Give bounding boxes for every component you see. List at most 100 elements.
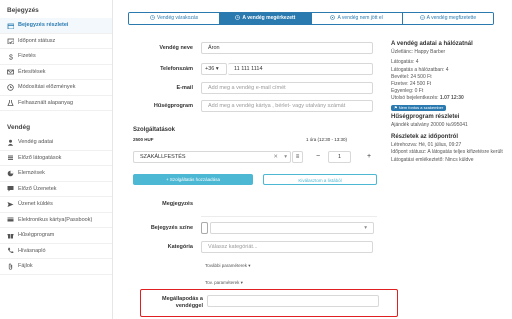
email-label: E-mail — [176, 85, 193, 91]
specialist-badge-text: Nem fontos a szakember — [398, 104, 444, 110]
more-params-link[interactable]: További paraméterek ▾ — [205, 263, 251, 269]
loyalty-row: Hűségprogram Add meg a vendég kártya , b… — [126, 100, 373, 112]
sidebar-item-elektronikus-kártya-passbook-[interactable]: Elektronikus kártya(Passbook) — [0, 213, 112, 228]
guest-info-panel: A vendég adatai a hálózatnál Üzletlánc: … — [391, 41, 511, 164]
sidebar-item-módosítási-előzmények[interactable]: Módosítási előzmények — [0, 80, 112, 96]
calendar-icon — [7, 22, 14, 29]
extra-params-link[interactable]: Tov. paraméterek ▾ — [205, 280, 243, 286]
dollar-icon: $ — [7, 53, 14, 60]
flask-icon — [7, 99, 14, 107]
clock-icon — [150, 14, 155, 20]
sidebar-item-label: Hívásnapló — [18, 247, 46, 254]
tab-label: A vendég megfizetette — [426, 15, 477, 21]
main-panel: Vendég várakozás A vendég megérkezett A ve… — [113, 0, 512, 319]
agreement-label: Megállapodás a vendéggel — [133, 296, 203, 310]
salon-text: Üzletlánc: Happy Barber — [391, 49, 446, 56]
sidebar-item-bejegyzés-részletei[interactable]: Bejegyzés részletei — [0, 18, 112, 34]
category-label: Kategória — [167, 244, 193, 250]
category-select[interactable]: Válassz kategóriát... — [201, 241, 373, 253]
services-heading: Szolgáltatások — [133, 127, 176, 133]
email-row: E-mail Add meg a vendég e-mail címét — [126, 82, 373, 94]
sidebar-item-felhasznált-alapanyag[interactable]: Felhasznált alapanyag — [0, 96, 112, 111]
service-price: 2500 HUF — [133, 137, 154, 142]
sidebar-item-előző-látogatások[interactable]: Előző látogatások — [0, 151, 112, 166]
tag-icon: ⚑ — [394, 104, 398, 110]
tab-2[interactable]: A vendég megérkezett — [220, 13, 312, 24]
sidebar-item-label: Fájlok — [18, 263, 33, 270]
tab-label: Vendég várakozás — [157, 15, 199, 21]
network-visits-text: Látogatás a hálózatban: 4 — [391, 66, 449, 73]
loyalty-label: Hűségprogram — [153, 103, 193, 109]
name-input[interactable]: Áron — [201, 42, 373, 54]
last-visit-value: 1.07 12:30 — [439, 95, 464, 102]
color-label: Bejegyzés színe — [150, 225, 193, 231]
plus-button[interactable]: + — [367, 151, 371, 163]
tab-label: A vendég megérkezett — [242, 15, 296, 21]
name-label: Vendég neve — [159, 45, 193, 51]
clear-icon[interactable]: ✕ — [273, 152, 278, 162]
agreement-label-line1: Megállapodás a — [162, 296, 203, 302]
history-icon — [7, 84, 14, 91]
sidebar-item-hívásnapló[interactable]: Hívásnapló — [0, 244, 112, 259]
color-select[interactable]: ▾ — [210, 222, 374, 234]
card-icon — [7, 216, 14, 223]
tab-3[interactable]: A vendég nem jött el — [311, 13, 403, 24]
agreement-label-line2: vendéggel — [175, 303, 203, 309]
sidebar-item-hűségprogram[interactable]: Hűségprogram — [0, 228, 112, 244]
sidebar-item-label: Értesítések — [18, 68, 46, 75]
sidebar-item-label: Hűségprogram — [18, 232, 55, 239]
sidebar-item-label: Módosítási előzmények — [18, 84, 76, 91]
minus-button[interactable]: − — [316, 151, 320, 163]
sidebar-item-előző-üzenetek[interactable]: Előző Üzenetek — [0, 182, 112, 197]
sidebar-item-label: Felhasznált alapanyag — [18, 99, 74, 106]
paid-text: Fizetve: 24 500 Ft — [391, 81, 432, 88]
sidebar-item-label: Bejegyzés részletei — [18, 22, 69, 29]
visits-text: Látogatás: 4 — [391, 59, 419, 66]
sidebar-item-értesítések[interactable]: Értesítések — [0, 65, 112, 80]
phone-input[interactable]: 11 111 1114 — [228, 63, 373, 75]
email-input[interactable]: Add meg a vendég e-mail címét — [201, 82, 373, 94]
balance-text: Egyenleg: 0 Ft — [391, 88, 424, 95]
sidebar-item-label: Előző Üzenetek — [18, 185, 57, 192]
tab-label: A vendég nem jött el — [337, 15, 383, 21]
last-visit-row: Utolsó bejelentkezés: 1.07 12:30 — [391, 95, 511, 102]
divider — [201, 216, 377, 217]
phone-prefix-value: +36 — [205, 66, 215, 72]
service-select[interactable]: SZAKÁLLFESTÉS ✕ ▾ — [133, 151, 291, 163]
sidebar-item-fájlok[interactable]: Fájlok — [0, 259, 112, 275]
paperclip-icon — [7, 263, 14, 270]
loyalty-input[interactable]: Add meg a vendég kártya , bérlet- vagy u… — [201, 100, 373, 112]
note-row: Megjegyzés — [126, 201, 201, 207]
phone-prefix-select[interactable]: +36 ▾ — [201, 63, 227, 75]
sidebar-item-üzenet-küldés[interactable]: Üzenet küldés — [0, 197, 112, 213]
service-list-button[interactable]: ≡ — [292, 151, 303, 163]
clock-icon — [235, 14, 241, 20]
chart-icon — [7, 170, 14, 177]
quantity-input[interactable]: 1 — [328, 151, 351, 163]
sidebar-item-label: Elektronikus kártya(Passbook) — [18, 216, 93, 223]
add-service-button[interactable]: + Szolgáltatás hozzáadása — [133, 174, 253, 185]
sidebar-heading-guest: Vendég — [7, 124, 31, 131]
check-circle-icon — [419, 14, 425, 20]
sidebar-item-fizetés[interactable]: $ Fizetés — [0, 49, 112, 65]
sidebar-item-időpont-státusz[interactable]: Időpont státusz — [0, 34, 112, 49]
phone-label: Telefonszám — [160, 66, 193, 72]
sidebar-item-label: Üzenet küldés — [18, 201, 53, 208]
sidebar-item-elemzések[interactable]: Elemzések — [0, 166, 112, 182]
loyalty-details-title: Hűségprogram részletei — [391, 113, 460, 120]
status-text: Időpont státusz: A látogatás teljes kifi… — [391, 149, 503, 156]
sidebar-item-label: Időpont státusz — [18, 37, 56, 44]
calendar-check-icon — [7, 37, 14, 45]
message-icon — [7, 185, 14, 192]
chevron-down-icon[interactable]: ▾ — [284, 152, 287, 162]
sidebar-item-vendég-adatai[interactable]: Vendég adatai — [0, 135, 112, 151]
choose-from-list-button[interactable]: Kiválasztom a listából — [263, 174, 377, 185]
tab-4[interactable]: A vendég megfizetette — [402, 13, 493, 24]
agreement-input[interactable] — [207, 295, 379, 307]
sidebar-item-label: Elemzések — [18, 170, 45, 177]
sidebar-item-label: Vendég adatai — [18, 139, 54, 146]
mail-icon — [7, 68, 14, 75]
gift-icon — [7, 232, 14, 239]
color-swatch[interactable] — [201, 222, 208, 234]
tab-1[interactable]: Vendég várakozás — [129, 13, 221, 24]
